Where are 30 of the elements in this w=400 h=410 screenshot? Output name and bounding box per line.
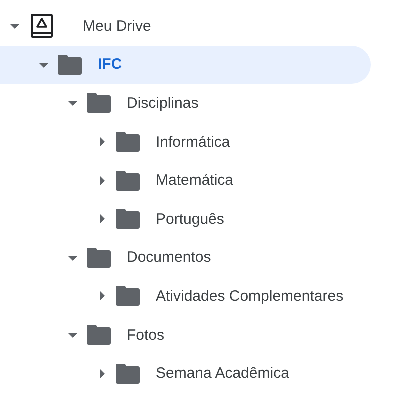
tree-item[interactable]: Atividades Complementares <box>0 277 371 316</box>
item-label: Semana Acadêmica <box>156 365 290 382</box>
folder-icon <box>87 248 111 268</box>
item-label: Informática <box>156 134 230 151</box>
folder-icon <box>58 54 82 75</box>
folder-icon <box>116 170 140 191</box>
folder-icon <box>116 286 140 306</box>
folder-icon <box>87 93 111 114</box>
tree-item[interactable]: Disciplinas <box>0 84 371 123</box>
tree-item[interactable]: Documentos <box>0 238 371 278</box>
folder-icon <box>116 209 140 230</box>
tree-item[interactable]: Matemática <box>0 161 371 200</box>
item-label: Disciplinas <box>127 94 199 112</box>
item-label: IFC <box>98 56 122 74</box>
tree-item[interactable]: Meu Drive <box>0 7 371 46</box>
tree-item[interactable]: Informática <box>0 122 371 162</box>
tree-item[interactable]: Semana Acadêmica <box>0 354 371 393</box>
tree-item[interactable]: IFC <box>0 46 371 84</box>
tree-item[interactable]: Português <box>0 200 371 239</box>
item-label: Matemática <box>156 172 234 190</box>
folder-icon <box>87 325 111 346</box>
folder-icon <box>116 364 140 384</box>
item-label: Meu Drive <box>83 18 152 35</box>
item-label: Atividades Complementares <box>156 288 344 305</box>
item-label: Português <box>156 210 224 228</box>
item-label: Documentos <box>127 249 212 266</box>
tree-item[interactable]: Fotos <box>0 316 371 354</box>
drive-icon <box>31 14 53 38</box>
item-label: Fotos <box>127 326 165 344</box>
folder-icon <box>116 132 140 152</box>
